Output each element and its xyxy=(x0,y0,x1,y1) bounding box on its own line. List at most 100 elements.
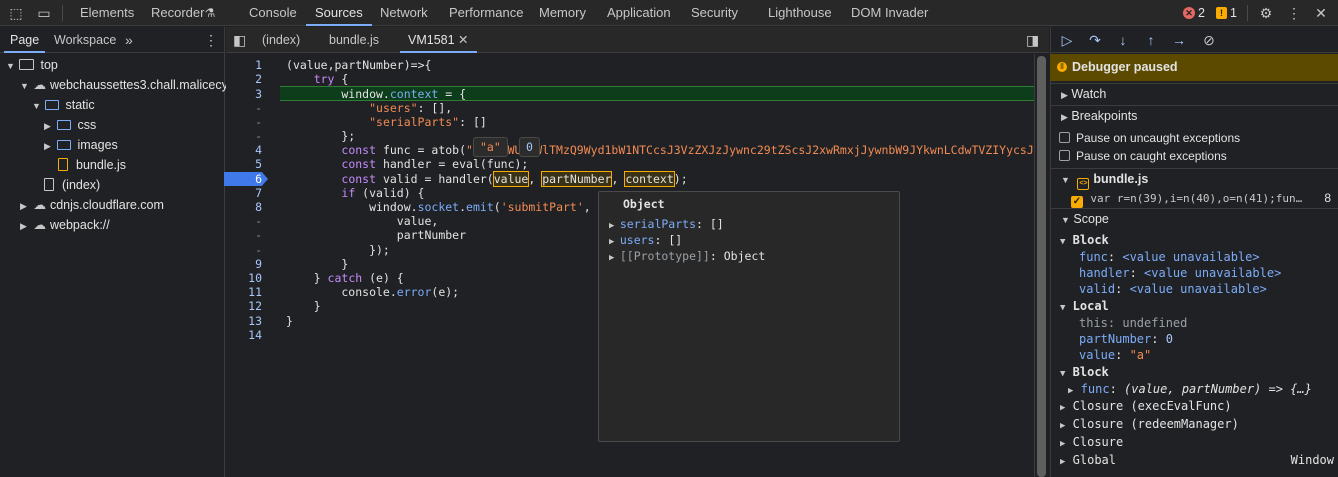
scope-var[interactable]: valid: <value unavailable> xyxy=(1079,281,1267,297)
section-watch[interactable]: ▶ Watch xyxy=(1050,83,1338,104)
scope-var[interactable]: handler: <value unavailable> xyxy=(1079,265,1281,281)
line-number[interactable]: 13 xyxy=(226,314,262,328)
tree-item-top[interactable]: ▼ top xyxy=(6,55,58,75)
error-icon[interactable]: ✕ xyxy=(1183,7,1195,19)
more-menu-icon[interactable]: ⋮ xyxy=(1285,4,1303,22)
tab-workspace[interactable]: Workspace xyxy=(54,27,116,53)
step-into-icon[interactable]: ↓ xyxy=(1114,31,1132,49)
scope-block[interactable]: ▼ Block xyxy=(1060,232,1109,248)
checkbox-icon[interactable] xyxy=(1059,132,1070,143)
checked-checkbox-icon[interactable]: ✓ xyxy=(1071,196,1083,208)
more-tabs-icon[interactable]: » xyxy=(125,27,133,53)
pause-caught-checkbox[interactable]: Pause on caught exceptions xyxy=(1059,148,1227,164)
tree-item-index[interactable]: (index) xyxy=(44,175,100,195)
tab-network[interactable]: Network xyxy=(380,0,428,26)
scope-local[interactable]: ▼ Local xyxy=(1060,298,1109,314)
resume-icon[interactable]: ▷ xyxy=(1058,31,1076,49)
line-number[interactable]: - xyxy=(226,115,262,129)
close-icon[interactable]: ✕ xyxy=(1312,4,1330,22)
tab-lighthouse[interactable]: Lighthouse xyxy=(768,0,832,26)
toggle-debugger-icon[interactable]: ◨ xyxy=(1026,27,1039,53)
line-number[interactable]: 4 xyxy=(226,143,262,157)
section-scope[interactable]: ▼ Scope xyxy=(1050,208,1338,229)
tab-application[interactable]: Application xyxy=(607,0,671,26)
tree-item-css[interactable]: ▶ css xyxy=(44,115,96,135)
tab-performance[interactable]: Performance xyxy=(449,0,523,26)
toggle-navigator-icon[interactable]: ◧ xyxy=(233,27,246,53)
line-number[interactable]: - xyxy=(226,101,262,115)
tree-item-webpack[interactable]: ▶ ☁ webpack:// xyxy=(20,215,110,235)
tab-page[interactable]: Page xyxy=(4,27,46,53)
line-number[interactable]: 2 xyxy=(226,72,262,86)
scope-var[interactable]: ▶ func: (value, partNumber) => {…} xyxy=(1068,381,1312,397)
error-count[interactable]: 2 xyxy=(1198,6,1205,20)
tree-item-images[interactable]: ▶ images xyxy=(44,135,118,155)
line-number[interactable]: 3 xyxy=(226,87,262,101)
scope-var[interactable]: func: <value unavailable> xyxy=(1079,249,1260,265)
tab-security[interactable]: Security xyxy=(691,0,738,26)
scope-var[interactable]: partNumber: 0 xyxy=(1079,331,1173,347)
tab-memory[interactable]: Memory xyxy=(539,0,586,26)
scope-block[interactable]: ▼ Block xyxy=(1060,364,1109,380)
pause-uncaught-checkbox[interactable]: Pause on uncaught exceptions xyxy=(1059,130,1240,146)
breakpoint-file-group[interactable]: ▼ <> bundle.js xyxy=(1050,168,1338,190)
var-name: valid xyxy=(1079,282,1116,296)
close-tab-icon[interactable]: ✕ xyxy=(458,33,468,47)
tab-sources[interactable]: Sources xyxy=(306,0,372,26)
tab-vm1581[interactable]: VM1581 ✕ xyxy=(400,27,477,53)
deactivate-breakpoints-icon[interactable]: ⊘ xyxy=(1200,31,1218,49)
scrollbar-thumb[interactable] xyxy=(1037,56,1046,477)
line-number[interactable]: - xyxy=(226,228,262,242)
expand-triangle-icon[interactable]: ▶ xyxy=(609,237,620,247)
line-number[interactable]: 9 xyxy=(226,257,262,271)
expanded-triangle-icon: ▼ xyxy=(32,101,41,111)
issue-count[interactable]: 1 xyxy=(1230,6,1237,20)
scope-var[interactable]: value: "a" xyxy=(1079,347,1151,363)
tab-recorder[interactable]: Recorder xyxy=(151,0,204,26)
tree-item-cdnjs[interactable]: ▶ ☁ cdnjs.cloudflare.com xyxy=(20,195,164,215)
line-number[interactable]: - xyxy=(226,129,262,143)
popover-row[interactable]: ▶ [[Prototype]]: Object xyxy=(609,248,765,264)
scope-closure[interactable]: ▶ Closure xyxy=(1060,434,1123,450)
scope-var[interactable]: this: undefined xyxy=(1079,315,1187,331)
tab-console[interactable]: Console xyxy=(249,0,297,26)
line-number[interactable]: 1 xyxy=(226,58,262,72)
line-number[interactable]: 6 xyxy=(226,172,262,186)
device-toolbar-icon[interactable]: ▭ xyxy=(35,4,53,22)
gear-icon[interactable]: ⚙ xyxy=(1257,4,1275,22)
step-out-icon[interactable]: ↑ xyxy=(1142,31,1160,49)
step-over-icon[interactable]: ↷ xyxy=(1086,31,1104,49)
popover-row[interactable]: ▶ users: [] xyxy=(609,232,682,248)
tree-item-domain[interactable]: ▼ ☁ webchaussettes3.chall.malicecyb xyxy=(20,75,235,95)
section-breakpoints[interactable]: ▶ Breakpoints xyxy=(1050,105,1338,126)
scope-global[interactable]: ▶ Global Window xyxy=(1060,452,1334,468)
expand-triangle-icon[interactable]: ▶ xyxy=(609,221,620,231)
scope-closure[interactable]: ▶ Closure (execEvalFunc) xyxy=(1060,398,1232,414)
line-number[interactable]: 7 xyxy=(226,186,262,200)
breakpoint-entry[interactable]: ✓ var r=n(39),i=n(40),o=n(41);fun… 8 xyxy=(1071,190,1335,208)
line-number[interactable]: 10 xyxy=(226,271,262,285)
more-menu-icon[interactable]: ⋮ xyxy=(204,27,218,53)
popover-row[interactable]: ▶ serialParts: [] xyxy=(609,216,724,232)
line-number[interactable]: - xyxy=(226,214,262,228)
line-number[interactable]: 8 xyxy=(226,200,262,214)
step-icon[interactable]: → xyxy=(1170,31,1188,49)
line-number[interactable]: 5 xyxy=(226,157,262,171)
tab-elements[interactable]: Elements xyxy=(80,0,134,26)
tab-bundle-js[interactable]: bundle.js xyxy=(329,27,379,53)
tab-index[interactable]: (index) xyxy=(262,27,300,53)
tree-item-bundle-js[interactable]: bundle.js xyxy=(58,155,126,175)
line-number[interactable]: - xyxy=(226,243,262,257)
issue-icon[interactable]: ! xyxy=(1216,7,1227,19)
line-number[interactable]: 12 xyxy=(226,299,262,313)
collapsed-triangle-icon: ▶ xyxy=(44,141,51,151)
scope-closure[interactable]: ▶ Closure (redeemManager) xyxy=(1060,416,1239,432)
expand-triangle-icon[interactable]: ▶ xyxy=(609,253,620,263)
tab-dom-invader[interactable]: DOM Invader xyxy=(851,0,928,26)
tree-item-static[interactable]: ▼ static xyxy=(32,95,95,115)
object-preview-popover[interactable]: Object ▶ serialParts: [] ▶ users: [] ▶ [… xyxy=(598,191,900,442)
checkbox-icon[interactable] xyxy=(1059,150,1070,161)
line-number[interactable]: 14 xyxy=(226,328,262,342)
line-number[interactable]: 11 xyxy=(226,285,262,299)
inspect-element-icon[interactable]: ⬚ xyxy=(7,4,25,22)
